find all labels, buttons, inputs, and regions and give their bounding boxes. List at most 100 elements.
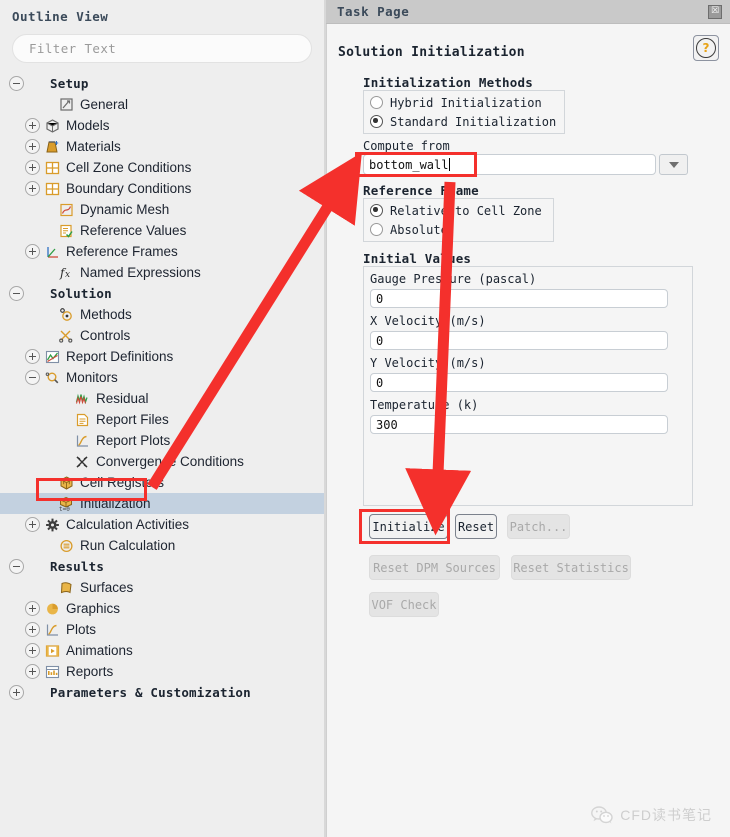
collapse-minus-icon[interactable] xyxy=(9,76,24,91)
reset-statistics-button[interactable]: Reset Statistics xyxy=(511,555,631,580)
tree-item-reference-frames[interactable]: Reference Frames xyxy=(0,241,324,262)
tree-item-plots[interactable]: Plots xyxy=(0,619,324,640)
initialization-methods-group: Hybrid Initialization Standard Initializ… xyxy=(363,90,565,134)
temperature-input[interactable]: 300 xyxy=(370,415,668,434)
expand-plus-icon[interactable] xyxy=(25,601,40,616)
tree-item-controls[interactable]: Controls xyxy=(0,325,324,346)
radio-hybrid-initialization[interactable]: Hybrid Initialization xyxy=(364,93,564,112)
tree-item-materials[interactable]: Materials xyxy=(0,136,324,157)
run-calculation-icon xyxy=(58,538,75,554)
tree-item-solution[interactable]: Solution xyxy=(0,283,324,304)
temperature-value: 300 xyxy=(376,417,398,432)
vof-check-button[interactable]: VOF Check xyxy=(369,592,439,617)
tree-item-dynamic-mesh[interactable]: Dynamic Mesh xyxy=(0,199,324,220)
radio-relative-to-cell-zone[interactable]: Relative to Cell Zone xyxy=(364,201,553,220)
expand-plus-icon[interactable] xyxy=(25,349,40,364)
radio-absolute[interactable]: Absolute xyxy=(364,220,553,239)
expand-plus-icon[interactable] xyxy=(25,160,40,175)
page-title: Solution Initialization xyxy=(338,45,525,60)
tree-item-label: Reports xyxy=(66,664,114,679)
expand-plus-icon[interactable] xyxy=(25,622,40,637)
expand-plus-icon[interactable] xyxy=(25,517,40,532)
radio-standard-initialization[interactable]: Standard Initialization xyxy=(364,112,564,131)
tree-item-graphics[interactable]: Graphics xyxy=(0,598,324,619)
expand-plus-icon[interactable] xyxy=(25,244,40,259)
patch-button[interactable]: Patch... xyxy=(507,514,570,539)
tree-item-label: Controls xyxy=(80,328,131,343)
filter-text-input[interactable]: Filter Text xyxy=(12,34,312,63)
tree-item-residual[interactable]: Residual xyxy=(0,388,324,409)
plots-icon xyxy=(44,622,61,638)
expand-plus-icon[interactable] xyxy=(9,685,24,700)
tree-expander-placeholder xyxy=(41,539,54,552)
close-icon[interactable]: ☒ xyxy=(708,4,722,19)
tree-item-general[interactable]: General xyxy=(0,94,324,115)
collapse-minus-icon[interactable] xyxy=(9,559,24,574)
radio-icon-selected xyxy=(370,204,383,217)
tree-item-report-plots[interactable]: Report Plots xyxy=(0,430,324,451)
tree-item-label: Models xyxy=(66,118,110,133)
tree-expander-placeholder xyxy=(57,434,70,447)
reference-frame-group: Relative to Cell Zone Absolute xyxy=(363,198,554,242)
radio-label: Hybrid Initialization xyxy=(390,95,542,110)
svg-text:x: x xyxy=(65,270,70,280)
expand-plus-icon[interactable] xyxy=(25,181,40,196)
graphics-icon xyxy=(44,601,61,617)
tree-item-label: Report Plots xyxy=(96,433,171,448)
tree-item-parameters-customization[interactable]: Parameters & Customization xyxy=(0,682,324,703)
radio-icon xyxy=(370,223,383,236)
convergence-icon xyxy=(74,454,91,470)
tree-item-setup[interactable]: Setup xyxy=(0,73,324,94)
tree-item-reference-values[interactable]: Reference Values xyxy=(0,220,324,241)
gauge-pressure-label: Gauge Pressure (pascal) xyxy=(370,272,537,286)
tree-item-surfaces[interactable]: Surfaces xyxy=(0,577,324,598)
collapse-minus-icon[interactable] xyxy=(25,370,40,385)
tree-item-calculation-activities[interactable]: Calculation Activities xyxy=(0,514,324,535)
expand-plus-icon[interactable] xyxy=(25,139,40,154)
expand-plus-icon[interactable] xyxy=(25,664,40,679)
expand-plus-icon[interactable] xyxy=(25,643,40,658)
fluent-window: Outline View Filter Text Setup General M… xyxy=(0,0,730,837)
tree-expander-placeholder xyxy=(41,329,54,342)
tree-expander-placeholder xyxy=(57,392,70,405)
report-plot-icon xyxy=(74,433,91,449)
annotation-box-initialization-item xyxy=(36,478,147,501)
tree-item-monitors[interactable]: Monitors xyxy=(0,367,324,388)
radio-icon-selected xyxy=(370,115,383,128)
models-cube-icon xyxy=(44,118,61,134)
tree-item-named-expressions[interactable]: f x Named Expressions xyxy=(0,262,324,283)
tree-item-run-calculation[interactable]: Run Calculation xyxy=(0,535,324,556)
tree-item-boundary-conditions[interactable]: Boundary Conditions xyxy=(0,178,324,199)
y-velocity-input[interactable]: 0 xyxy=(370,373,668,392)
tree-item-label: Methods xyxy=(80,307,132,322)
tree-item-label: Surfaces xyxy=(80,580,134,595)
help-button[interactable]: ? xyxy=(693,35,719,61)
tree-item-label: Report Files xyxy=(96,412,169,427)
tree-item-results[interactable]: Results xyxy=(0,556,324,577)
tree-expander-placeholder xyxy=(57,413,70,426)
tree-item-reports[interactable]: Reports xyxy=(0,661,324,682)
question-mark-icon: ? xyxy=(696,38,716,58)
reset-button[interactable]: Reset xyxy=(455,514,497,539)
tree-item-report-files[interactable]: Report Files xyxy=(0,409,324,430)
none-icon xyxy=(28,559,45,575)
gauge-pressure-input[interactable]: 0 xyxy=(370,289,668,308)
wechat-icon xyxy=(591,806,613,824)
tree-item-models[interactable]: Models xyxy=(0,115,324,136)
collapse-minus-icon[interactable] xyxy=(9,286,24,301)
tree-item-convergence-conditions[interactable]: Convergence Conditions xyxy=(0,451,324,472)
tree-item-animations[interactable]: Animations xyxy=(0,640,324,661)
tree-item-label: Residual xyxy=(96,391,149,406)
tree-item-cell-zone-conditions[interactable]: Cell Zone Conditions xyxy=(0,157,324,178)
report-definitions-icon xyxy=(44,349,61,365)
expand-plus-icon[interactable] xyxy=(25,118,40,133)
x-velocity-input[interactable]: 0 xyxy=(370,331,668,350)
temperature-label: Temperature (k) xyxy=(370,398,479,412)
tree-item-label: Animations xyxy=(66,643,133,658)
tree-item-methods[interactable]: Methods xyxy=(0,304,324,325)
compute-from-dropdown-button[interactable] xyxy=(659,154,688,175)
reset-dpm-sources-button[interactable]: Reset DPM Sources xyxy=(369,555,500,580)
tree-item-report-definitions[interactable]: Report Definitions xyxy=(0,346,324,367)
surfaces-icon xyxy=(58,580,75,596)
radio-label: Absolute xyxy=(390,222,448,237)
